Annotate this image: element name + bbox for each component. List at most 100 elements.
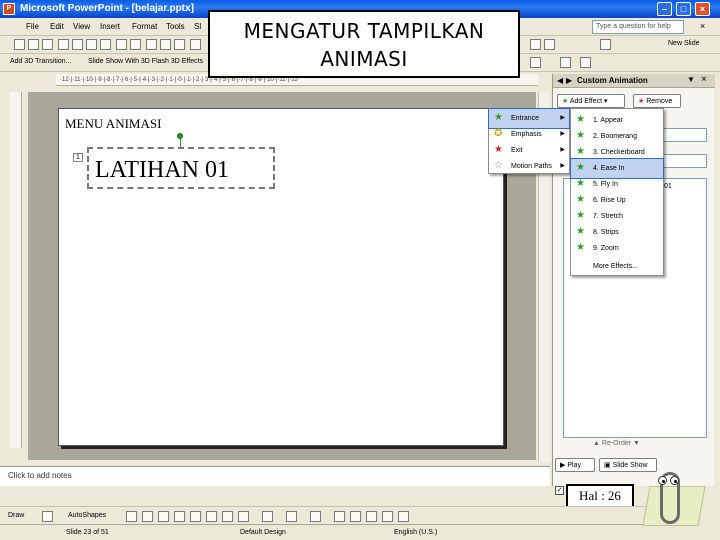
new-slide-button[interactable]: New Slide <box>668 40 700 47</box>
arrow-icon[interactable] <box>142 511 153 522</box>
entrance-star-icon: ★ <box>576 114 585 125</box>
spelling-icon[interactable] <box>116 39 127 50</box>
picture-icon[interactable] <box>238 511 249 522</box>
taskpane-close-icon[interactable]: × <box>701 74 707 85</box>
play-label: Play <box>567 462 581 469</box>
layout-icon[interactable] <box>580 57 591 68</box>
close-button[interactable]: × <box>695 2 710 16</box>
animation-order-tag[interactable]: 1 <box>73 153 83 162</box>
open-icon[interactable] <box>28 39 39 50</box>
wordart-icon[interactable] <box>206 511 217 522</box>
help-question-input[interactable]: Type a question for help <box>592 20 684 34</box>
animation-list-item[interactable]: 01 <box>664 183 672 190</box>
autopreview-checkbox[interactable]: ✓ <box>555 486 564 495</box>
start-select[interactable] <box>661 128 707 142</box>
motion-path-star-icon: ☆ <box>494 160 503 171</box>
permission-icon[interactable] <box>58 39 69 50</box>
autoshapes-button[interactable]: AutoShapes <box>68 512 106 519</box>
menu-file[interactable]: File <box>26 22 39 31</box>
menu-insert[interactable]: Insert <box>100 22 120 31</box>
notes-pane[interactable]: Click to add notes <box>0 466 550 486</box>
page-number-label: Hal : 26 <box>566 484 634 508</box>
menu-view[interactable]: View <box>73 22 90 31</box>
paste-icon[interactable] <box>174 39 185 50</box>
menu-edit[interactable]: Edit <box>50 22 64 31</box>
arrow-style-icon[interactable] <box>366 511 377 522</box>
reorder-control[interactable]: ▲ Re-Order ▼ <box>593 440 640 447</box>
fill-color-icon[interactable] <box>262 511 273 522</box>
play-icon: ▶ <box>560 462 566 469</box>
add-effect-button[interactable]: ★ Add Effect ▾ <box>557 94 625 108</box>
reorder-label: Re-Order <box>601 440 632 447</box>
save-icon[interactable] <box>42 39 53 50</box>
undo-icon[interactable] <box>190 39 201 50</box>
rectangle-icon[interactable] <box>158 511 169 522</box>
email-icon[interactable] <box>72 39 83 50</box>
arrow-up-icon[interactable]: ▲ <box>593 440 600 447</box>
line-color-icon[interactable] <box>286 511 297 522</box>
back-icon[interactable]: ◀ <box>557 76 563 85</box>
menu-tools[interactable]: Tools <box>166 22 185 31</box>
entrance-star-icon: ★ <box>576 242 585 253</box>
clipart-icon[interactable] <box>222 511 233 522</box>
arrow-down-icon[interactable]: ▼ <box>633 440 640 447</box>
taskpane-title: Custom Animation <box>577 76 648 85</box>
color-icon[interactable] <box>560 57 571 68</box>
overlay-title-box: MENGATUR TAMPILKAN ANIMASI <box>208 10 520 78</box>
transition-button[interactable]: Add 3D Transition... <box>10 58 71 65</box>
speed-select[interactable] <box>661 154 707 168</box>
menu-slideshow[interactable]: Sl <box>194 22 201 31</box>
entrance-star-icon: ★ <box>576 226 585 237</box>
shadow-icon[interactable] <box>382 511 393 522</box>
font-color-icon[interactable] <box>310 511 321 522</box>
close-doc-icon[interactable]: × <box>700 21 705 31</box>
taskpane-dropdown-icon[interactable]: ▼ <box>687 75 695 84</box>
textbox-text[interactable]: LATIHAN 01 <box>95 157 229 184</box>
slide-design-icon[interactable] <box>530 57 541 68</box>
powerpoint-icon[interactable]: P <box>3 3 15 15</box>
new-icon[interactable] <box>14 39 25 50</box>
design-icon[interactable] <box>544 39 555 50</box>
print-icon[interactable] <box>86 39 97 50</box>
research-icon[interactable] <box>130 39 141 50</box>
selected-textbox[interactable]: LATIHAN 01 <box>87 147 275 189</box>
slide-count: Slide 23 of 51 <box>66 529 109 536</box>
maximize-button[interactable]: □ <box>676 2 691 16</box>
office-assistant[interactable] <box>638 466 708 536</box>
vertical-ruler <box>10 92 22 448</box>
status-bar: Slide 23 of 51 Default Design English (U… <box>0 524 650 540</box>
textbox-icon[interactable] <box>190 511 201 522</box>
cut-icon[interactable] <box>146 39 157 50</box>
add-effect-label: Add Effect <box>569 98 603 105</box>
slide-heading[interactable]: MENU ANIMASI <box>65 116 161 132</box>
preview-icon[interactable] <box>100 39 111 50</box>
line-style-icon[interactable] <box>334 511 345 522</box>
play-button[interactable]: ▶ Play <box>555 458 595 472</box>
copy-icon[interactable] <box>160 39 171 50</box>
remove-button[interactable]: ★ Remove <box>633 94 681 108</box>
draw-menu-button[interactable]: Draw <box>8 512 24 519</box>
slideshow-3d-button[interactable]: Slide Show With 3D Flash 3D Effects <box>88 58 203 65</box>
entrance-ease-in-label: 4. Ease In <box>593 165 625 172</box>
forward-icon[interactable]: ▶ <box>566 76 572 85</box>
entrance-more-effects[interactable]: More Effects... <box>571 257 663 276</box>
add-effect-star-icon: ★ <box>562 98 569 105</box>
exit-star-icon: ★ <box>494 144 503 155</box>
3d-icon[interactable] <box>398 511 409 522</box>
minimize-button[interactable]: – <box>657 2 672 16</box>
dash-style-icon[interactable] <box>350 511 361 522</box>
line-icon[interactable] <box>126 511 137 522</box>
align-left-icon[interactable] <box>530 39 541 50</box>
menu-item-motion-paths[interactable]: ☆ Motion Paths ▶ <box>489 157 569 176</box>
select-objects-icon[interactable] <box>42 511 53 522</box>
align-center-icon[interactable] <box>600 39 611 50</box>
entrance-zoom[interactable]: ★ 9. Zoom <box>571 239 663 258</box>
chevron-down-icon: ▾ <box>603 98 608 105</box>
slide-canvas[interactable]: MENU ANIMASI 1 LATIHAN 01 <box>58 108 504 446</box>
entrance-submenu: ★ 1. Appear ★ 2. Boomerang ★ 3. Checkerboar… <box>570 108 664 276</box>
entrance-star-icon: ★ <box>576 146 585 157</box>
oval-icon[interactable] <box>174 511 185 522</box>
assistant-eye-left <box>658 476 667 485</box>
menu-format[interactable]: Format <box>132 22 157 31</box>
effect-category-menu: ★ Entrance ▶ ✪ Emphasis ▶ ★ Exit ▶ ☆ Mot… <box>488 108 570 174</box>
